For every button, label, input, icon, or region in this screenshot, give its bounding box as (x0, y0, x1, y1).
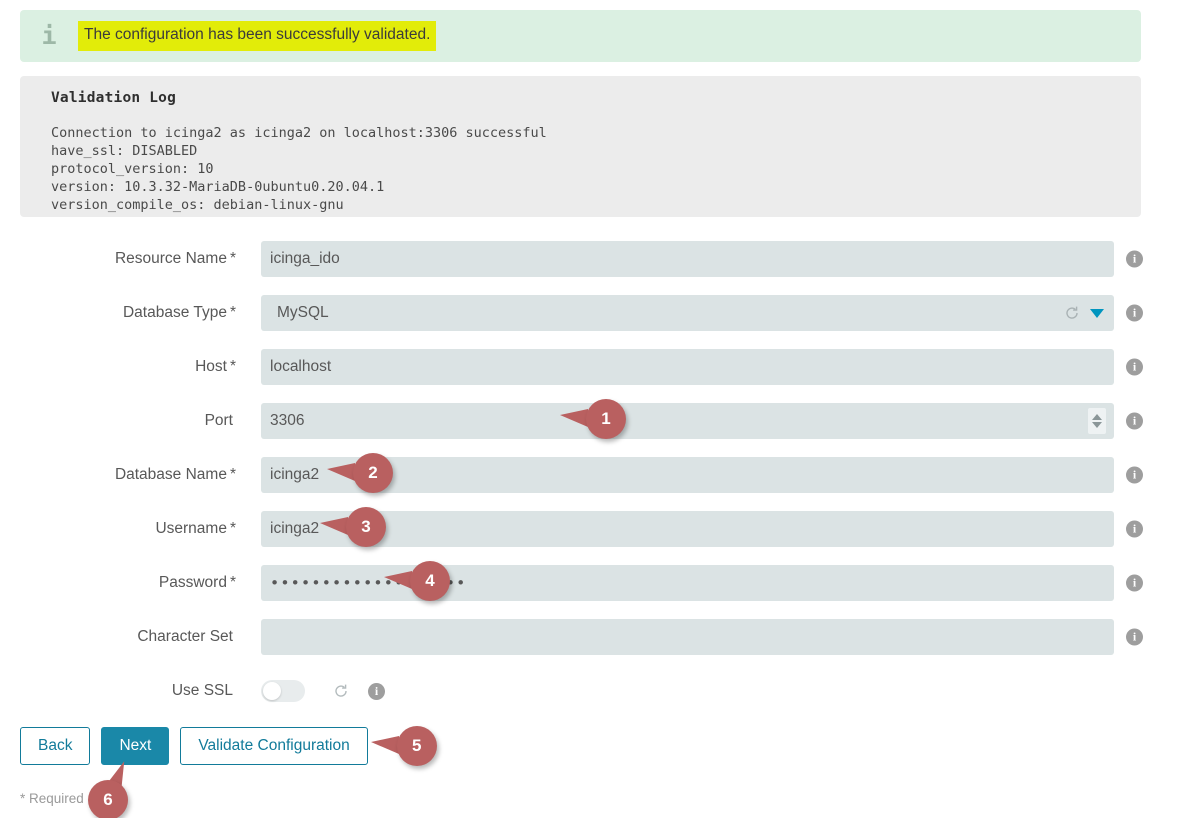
password-input[interactable]: ••••••••••••••••••• (261, 565, 1114, 601)
use-ssl-toggle[interactable] (261, 680, 305, 702)
resource-name-value: icinga_ido (261, 250, 340, 268)
info-icon-password[interactable]: i (1126, 575, 1143, 592)
info-icon-username[interactable]: i (1126, 521, 1143, 538)
validation-log-panel: Validation Log Connection to icinga2 as … (20, 76, 1141, 217)
info-icon-use-ssl[interactable]: i (368, 683, 385, 700)
password-value: ••••••••••••••••••• (261, 574, 467, 592)
validate-configuration-button[interactable]: Validate Configuration (180, 727, 367, 765)
label-host: Host* (0, 358, 236, 376)
next-button[interactable]: Next (101, 727, 169, 765)
form-row-use-ssl: Use SSL i (0, 664, 1180, 718)
port-input[interactable]: 3306 (261, 403, 1114, 439)
port-value: 3306 (261, 412, 304, 430)
info-icon-port[interactable]: i (1126, 413, 1143, 430)
username-input[interactable]: icinga2 (261, 511, 1114, 547)
label-character-set: Character Set (0, 628, 236, 646)
callout-badge-6: 6 (88, 780, 128, 818)
label-database-name: Database Name* (0, 466, 236, 484)
back-button[interactable]: Back (20, 727, 90, 765)
page-root: i The configuration has been successfull… (0, 0, 1180, 818)
refresh-icon-use-ssl[interactable] (333, 683, 349, 699)
quantity-stepper[interactable] (1088, 408, 1106, 434)
callout-badge-5: 5 (397, 726, 437, 766)
form-row-resource-name: Resource Name* icinga_ido i (0, 232, 1180, 286)
validation-log-output: Connection to icinga2 as icinga2 on loca… (51, 124, 1125, 214)
form-actions: Back Next Validate Configuration 5 (20, 726, 419, 766)
character-set-input[interactable] (261, 619, 1114, 655)
form-row-host: Host* localhost i (0, 340, 1180, 394)
toggle-knob (263, 682, 281, 700)
validation-log-title: Validation Log (51, 90, 1125, 106)
alert-message: The configuration has been successfully … (78, 21, 436, 50)
database-type-select[interactable]: MySQL (261, 295, 1114, 331)
validation-success-alert: i The configuration has been successfull… (20, 10, 1141, 62)
info-icon-resource-name[interactable]: i (1126, 251, 1143, 268)
label-username: Username* (0, 520, 236, 538)
database-type-value: MySQL (261, 304, 329, 322)
info-icon: i (20, 23, 78, 50)
host-value: localhost (261, 358, 331, 376)
chevron-down-icon[interactable] (1092, 422, 1102, 428)
host-input[interactable]: localhost (261, 349, 1114, 385)
info-icon-database-name[interactable]: i (1126, 467, 1143, 484)
database-name-value: icinga2 (261, 466, 319, 484)
label-database-type: Database Type* (0, 304, 236, 322)
resource-name-input[interactable]: icinga_ido (261, 241, 1114, 277)
info-icon-host[interactable]: i (1126, 359, 1143, 376)
database-name-input[interactable]: icinga2 (261, 457, 1114, 493)
chevron-up-icon[interactable] (1092, 414, 1102, 420)
username-value: icinga2 (261, 520, 319, 538)
label-password: Password* (0, 574, 236, 592)
label-resource-name: Resource Name* (0, 250, 236, 268)
form-row-character-set: Character Set i (0, 610, 1180, 664)
form-row-port: Port 3306 1 i (0, 394, 1180, 448)
label-use-ssl: Use SSL (0, 682, 236, 700)
info-icon-character-set[interactable]: i (1126, 629, 1143, 646)
required-note: * Required (20, 791, 84, 806)
info-icon-database-type[interactable]: i (1126, 305, 1143, 322)
form-row-database-name: Database Name* icinga2 2 i (0, 448, 1180, 502)
chevron-down-icon[interactable] (1090, 309, 1104, 318)
form-row-database-type: Database Type* MySQL i (0, 286, 1180, 340)
form-row-password: Password* ••••••••••••••••••• 4 i (0, 556, 1180, 610)
refresh-icon-database-type[interactable] (1064, 305, 1080, 321)
form-row-username: Username* icinga2 3 i (0, 502, 1180, 556)
label-port: Port (0, 412, 236, 430)
database-resource-form: Resource Name* icinga_ido i Database Typ… (0, 232, 1180, 718)
